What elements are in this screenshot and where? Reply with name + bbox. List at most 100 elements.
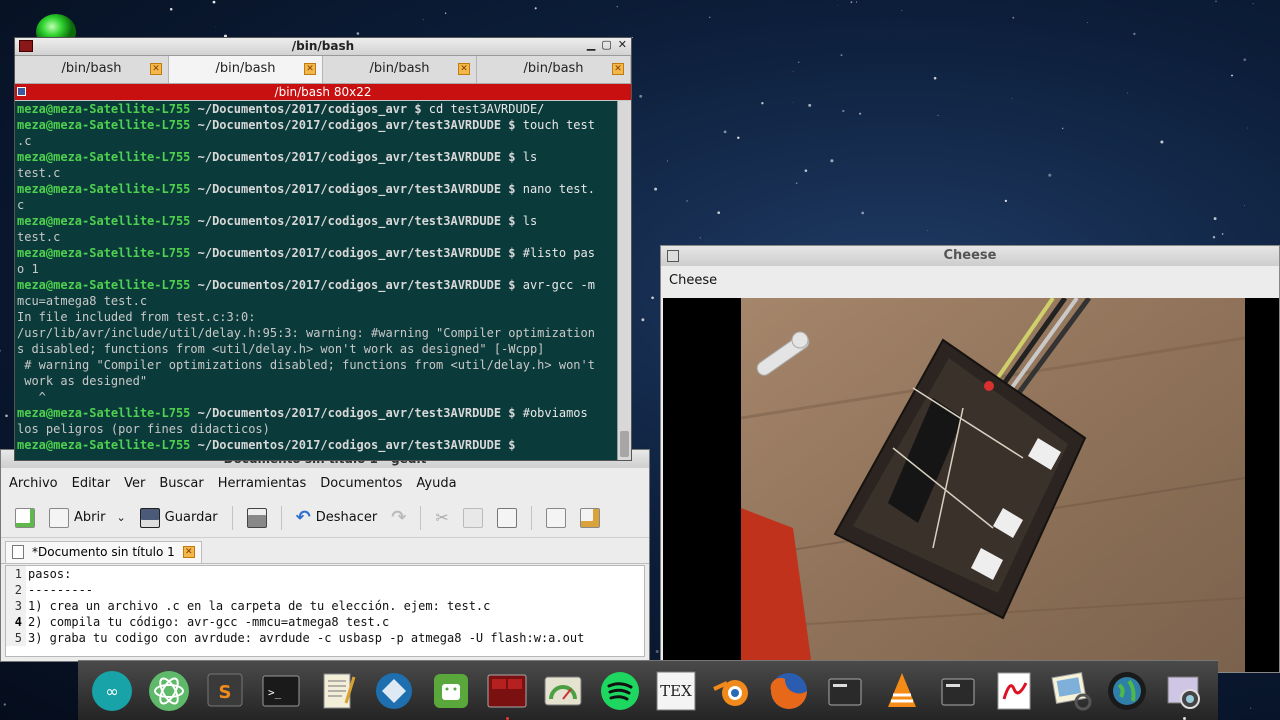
undo-button[interactable]: ↶ Deshacer xyxy=(292,507,382,528)
minimize-icon[interactable]: ▁ xyxy=(587,38,595,51)
star xyxy=(651,296,654,300)
star xyxy=(169,7,173,11)
terminal-tab-1[interactable]: /bin/bash ✕ xyxy=(15,56,169,83)
cheese-titlebar[interactable]: Cheese xyxy=(661,246,1279,266)
dock-system-monitor[interactable] xyxy=(541,669,585,713)
prompt-path: ~/Documentos/2017/codigos_avr $ xyxy=(190,102,422,116)
close-tab-icon[interactable]: ✕ xyxy=(304,63,316,75)
dock-android-studio[interactable] xyxy=(429,669,473,713)
dock-tex[interactable]: TEX xyxy=(654,669,698,713)
redo-icon: ↷ xyxy=(391,507,407,528)
star xyxy=(1213,217,1217,221)
dock-globe[interactable] xyxy=(1105,669,1149,713)
close-tab-icon[interactable]: ✕ xyxy=(182,546,195,558)
copy-button[interactable] xyxy=(459,507,487,528)
dock-atom[interactable] xyxy=(147,669,191,713)
dock-sublime-text[interactable]: S xyxy=(203,669,247,713)
dock-arduino[interactable]: ∞ xyxy=(90,669,134,713)
menu-ver[interactable]: Ver xyxy=(124,476,145,491)
print-button[interactable] xyxy=(243,507,271,528)
dock-firefox[interactable] xyxy=(767,669,811,713)
close-tab-icon[interactable]: ✕ xyxy=(150,63,162,75)
dock-terminal[interactable]: >_ xyxy=(259,669,303,713)
editor-line[interactable]: 3 1) crea un archivo .c en la carpeta de … xyxy=(6,598,644,614)
cut-button[interactable]: ✂ xyxy=(431,508,452,527)
prompt-user: meza@meza-Satellite-L755 xyxy=(17,102,191,116)
terminal-line: /usr/lib/avr/include/util/delay.h:95:3: … xyxy=(17,326,595,340)
terminal-tab-4[interactable]: /bin/bash ✕ xyxy=(477,56,631,83)
star xyxy=(1048,173,1052,177)
new-document-button[interactable] xyxy=(11,507,39,528)
editor-line[interactable]: 4 2) compila tu código: avr-gcc -mmcu=atm… xyxy=(6,614,644,630)
star xyxy=(808,103,812,107)
dock-inkscape[interactable] xyxy=(372,669,416,713)
terminal-line: meza@meza-Satellite-L755 ~/Documentos/20… xyxy=(17,405,615,421)
redo-button[interactable]: ↷ xyxy=(387,507,410,528)
gedit-toolbar: Abrir ⌄ Guardar ↶ Deshacer ↷ ✂ xyxy=(1,498,649,538)
star xyxy=(937,114,939,116)
terminal-tab-2[interactable]: /bin/bash ✕ xyxy=(169,56,323,83)
menu-herramientas[interactable]: Herramientas xyxy=(218,476,307,491)
editor-line[interactable]: 1 pasos: xyxy=(6,566,644,582)
save-button[interactable]: Guardar xyxy=(136,507,222,528)
terminal-titlebar[interactable]: /bin/bash ▁ ▢ ✕ xyxy=(15,38,631,56)
prompt-user: meza@meza-Satellite-L755 xyxy=(17,182,191,196)
text-editor-icon xyxy=(323,673,356,708)
paste-button[interactable] xyxy=(493,507,521,528)
chevron-down-icon[interactable]: ⌄ xyxy=(116,511,125,524)
dock-cheese[interactable] xyxy=(1162,669,1206,720)
star xyxy=(654,187,658,191)
prompt-user: meza@meza-Satellite-L755 xyxy=(17,150,191,164)
dock-image-viewer[interactable] xyxy=(1049,669,1093,713)
webcam-preview xyxy=(663,298,1279,672)
menu-documentos[interactable]: Documentos xyxy=(320,476,402,491)
dock-terminal-2[interactable] xyxy=(823,669,867,713)
editor-line[interactable]: 5 3) graba tu codigo con avrdude: avrdude… xyxy=(6,630,644,646)
dock-pdf-reader[interactable] xyxy=(992,669,1036,713)
terminal-window-title: /bin/bash xyxy=(291,39,355,53)
tex-icon: TEX xyxy=(656,671,696,710)
prompt-path: ~/Documentos/2017/codigos_avr/test3AVRDU… xyxy=(190,246,516,260)
star xyxy=(3,703,6,706)
replace-button[interactable] xyxy=(576,507,604,528)
save-icon xyxy=(139,507,160,528)
close-tab-icon[interactable]: ✕ xyxy=(458,63,470,75)
command-text: nano test. xyxy=(515,182,595,196)
terminal-tab-label: /bin/bash xyxy=(369,61,430,76)
terminal-tab-label: /bin/bash xyxy=(215,61,276,76)
terminal-tab-3[interactable]: /bin/bash ✕ xyxy=(323,56,477,83)
star xyxy=(737,136,740,140)
terminal-output[interactable]: meza@meza-Satellite-L755 ~/Documentos/20… xyxy=(15,101,617,460)
star xyxy=(1011,97,1013,99)
maximize-icon[interactable]: ▢ xyxy=(601,38,611,51)
dock-text-editor[interactable] xyxy=(316,669,360,713)
scrollbar-thumb[interactable] xyxy=(620,431,629,457)
dock-terminal-3[interactable] xyxy=(936,669,980,713)
terminal-line: s disabled; functions from <util/delay.h… xyxy=(17,342,545,356)
application-dock: ∞ S >_ TEX xyxy=(78,660,1218,720)
dock-vlc[interactable] xyxy=(880,669,924,713)
terminal-scrollbar[interactable] xyxy=(617,101,631,460)
dock-blender[interactable] xyxy=(710,669,754,713)
terminal-line: meza@meza-Satellite-L755 ~/Documentos/20… xyxy=(17,117,615,133)
dock-terminator[interactable] xyxy=(485,669,529,720)
text-editor-area[interactable]: 1 pasos: 2 --------- 3 1) crea un archivo .c … xyxy=(5,565,645,657)
menu-buscar[interactable]: Buscar xyxy=(159,476,203,491)
open-button[interactable]: Abrir ⌄ xyxy=(45,507,130,528)
find-button[interactable] xyxy=(542,507,570,528)
close-icon[interactable]: ✕ xyxy=(618,38,627,51)
close-tab-icon[interactable]: ✕ xyxy=(612,63,624,75)
find-icon xyxy=(545,507,566,528)
running-indicator xyxy=(505,716,509,720)
android-studio-icon xyxy=(433,673,468,708)
line-number: 1 xyxy=(6,566,26,582)
menu-ayuda[interactable]: Ayuda xyxy=(416,476,456,491)
toolbar-separator xyxy=(280,505,282,530)
menu-editar[interactable]: Editar xyxy=(72,476,111,491)
prompt-user: meza@meza-Satellite-L755 xyxy=(17,118,191,132)
dock-spotify[interactable] xyxy=(598,669,642,713)
menu-archivo[interactable]: Archivo xyxy=(9,476,58,491)
editor-line[interactable]: 2 --------- xyxy=(6,582,644,598)
cheese-menu[interactable]: Cheese xyxy=(661,266,1279,296)
document-tab[interactable]: *Documento sin título 1 ✕ xyxy=(5,541,202,563)
